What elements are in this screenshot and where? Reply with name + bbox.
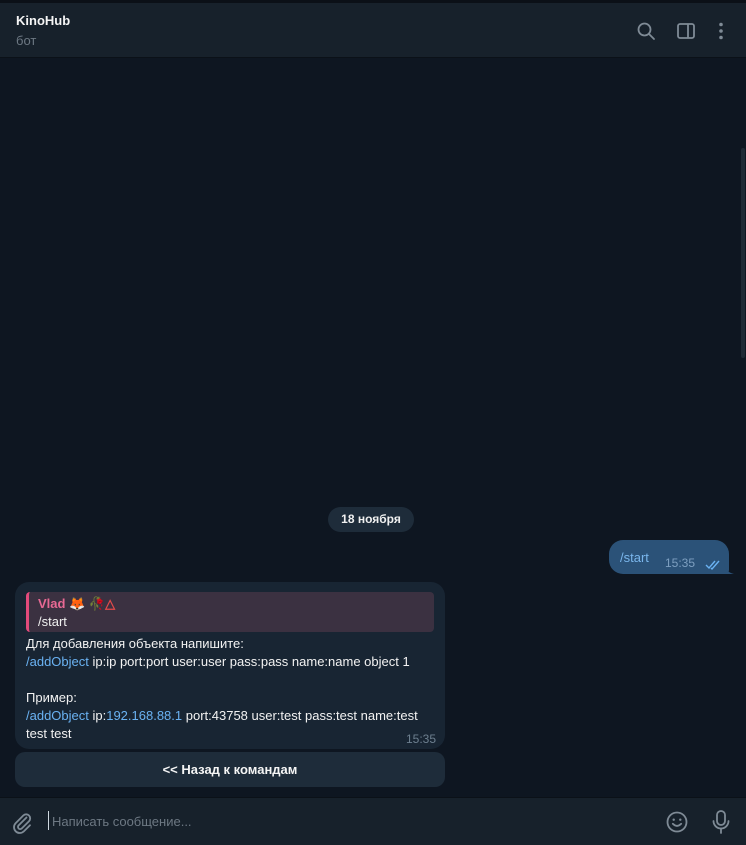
message-line: test test <box>26 726 72 741</box>
message-line: /addObject ip:192.168.88.1 port:43758 us… <box>26 708 418 723</box>
paperclip-icon[interactable] <box>10 811 34 835</box>
sidebar-toggle-icon[interactable] <box>675 20 697 42</box>
smiley-icon[interactable] <box>665 810 689 834</box>
chat-header: KinoHub бот <box>0 3 746 58</box>
incoming-message[interactable]: Vlad 🦊 🥀△ /start Для добавления объекта … <box>15 582 445 749</box>
message-time: 15:35 <box>405 732 436 746</box>
reply-quote-text: /start <box>38 614 67 629</box>
more-vertical-icon[interactable] <box>710 20 732 42</box>
command-link[interactable]: /addObject <box>26 708 89 723</box>
bubble-tail <box>724 563 734 574</box>
scrollbar-thumb[interactable] <box>741 148 745 358</box>
message-input[interactable] <box>52 809 642 833</box>
message-line: /addObject ip:ip port:port user:user pas… <box>26 654 410 669</box>
message-text: ip:ip port:port user:user pass:pass name… <box>88 654 410 669</box>
message-time: 15:35 <box>665 556 696 570</box>
chat-title[interactable]: KinoHub <box>16 13 70 28</box>
message-text: ip: <box>88 708 107 723</box>
double-check-icon <box>705 557 723 571</box>
date-separator: 18 ноября <box>328 507 414 532</box>
outgoing-message[interactable]: /start 15:35 <box>609 540 729 574</box>
message-composer <box>0 797 746 845</box>
command-link[interactable]: /addObject <box>26 654 89 669</box>
telegram-chat-window: KinoHub бот 18 ноября /start 15:35 Vlad … <box>0 0 746 845</box>
chat-scrollbar[interactable] <box>740 58 746 578</box>
search-icon[interactable] <box>635 20 657 42</box>
warning-triangle-icon: △ <box>105 596 116 611</box>
outgoing-message-text[interactable]: /start <box>620 550 649 565</box>
message-line: Для добавления объекта напишите: <box>26 636 244 651</box>
reply-author-emoji: 🦊 🥀 <box>69 596 106 611</box>
reply-quote[interactable]: Vlad 🦊 🥀△ /start <box>26 592 434 632</box>
message-text: port:43758 user:test pass:test name:test <box>182 708 418 723</box>
chat-subtitle: бот <box>16 33 37 48</box>
microphone-icon[interactable] <box>709 809 733 835</box>
message-line: Пример: <box>26 690 77 705</box>
reply-author-name: Vlad <box>38 596 66 611</box>
text-cursor <box>48 811 49 830</box>
ip-link[interactable]: 192.168.88.1 <box>106 708 182 723</box>
reply-author: Vlad 🦊 🥀△ <box>38 596 115 612</box>
back-to-commands-button[interactable]: << Назад к командам <box>15 752 445 787</box>
